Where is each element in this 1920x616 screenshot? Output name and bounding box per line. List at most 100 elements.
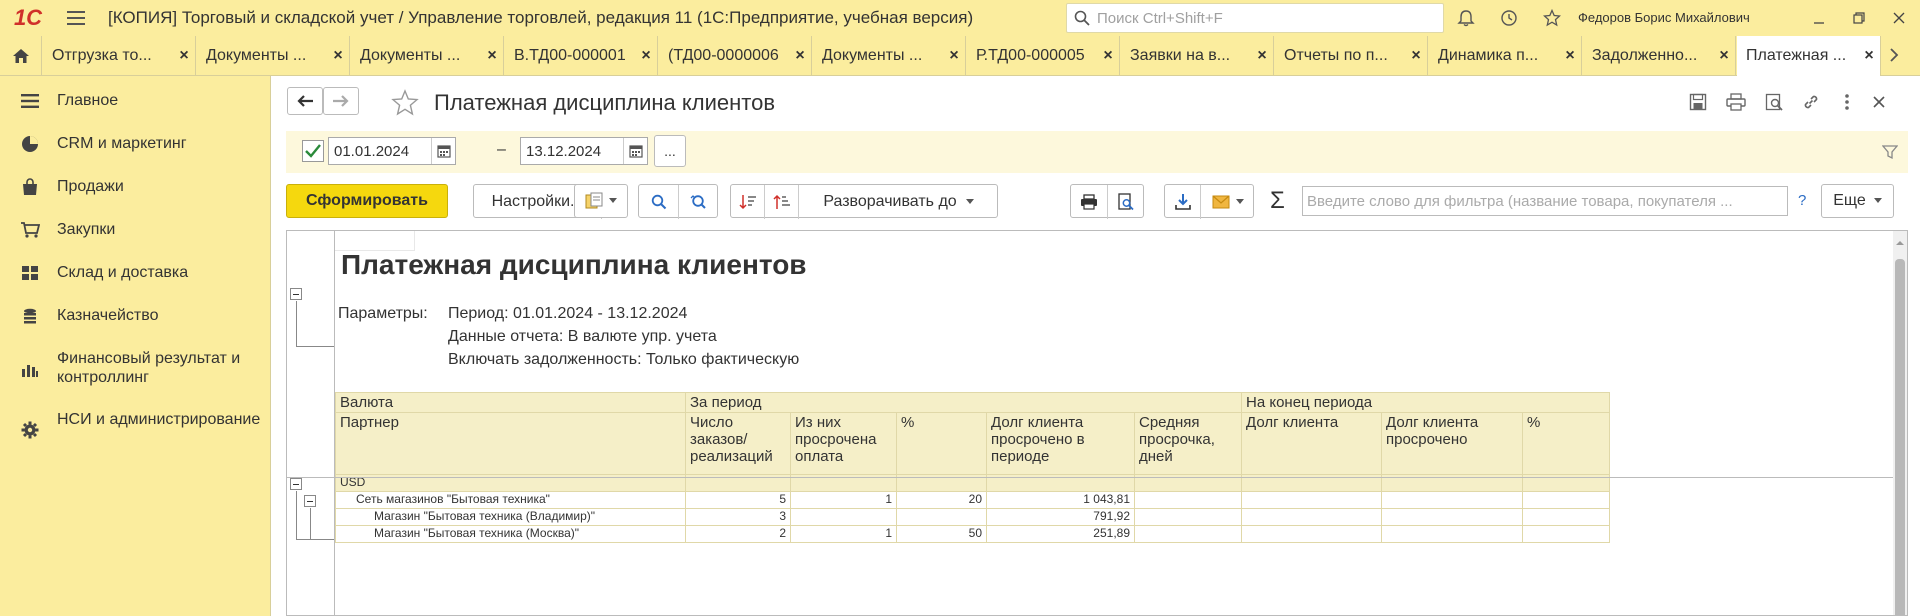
tab-close-icon[interactable]: × (1097, 47, 1119, 65)
calendar-icon[interactable] (623, 138, 647, 164)
star-icon[interactable] (1541, 7, 1563, 29)
global-search-input[interactable]: Поиск Ctrl+Shift+F (1066, 3, 1444, 33)
header-end-period: На конец периода (1241, 392, 1610, 413)
content-area: Платежная дисциплина клиентов 01.01.2024… (272, 76, 1920, 616)
tab-label: (ТД00-0000006 (668, 47, 779, 64)
calendar-icon[interactable] (431, 138, 455, 164)
table-row[interactable]: Магазин "Бытовая техника (Москва)" 2 1 5… (335, 525, 1610, 543)
history-icon[interactable] (1498, 7, 1520, 29)
close-window-icon[interactable] (1887, 6, 1911, 30)
page-title: Платежная дисциплина клиентов (434, 90, 776, 115)
tab-bar: Отгрузка то... × Документы ... × Документы… (0, 36, 1920, 77)
restore-icon[interactable] (1847, 6, 1871, 30)
sort-collapse-icon (738, 195, 756, 210)
report-document[interactable]: Платежная дисциплина клиентов Параметры:… (286, 230, 1908, 616)
more-vertical-icon[interactable] (1836, 91, 1858, 113)
date-from-input[interactable]: 01.01.2024 (328, 137, 456, 165)
report-variant-icon (585, 192, 603, 209)
print-icon (1081, 194, 1097, 210)
app-logo[interactable]: 1C (0, 0, 56, 36)
group-line (296, 301, 297, 346)
tab-1[interactable]: Документы ... × (197, 36, 350, 76)
help-link[interactable]: ? (1798, 192, 1806, 209)
print-preview-icon (1118, 193, 1134, 211)
tab-close-icon[interactable]: × (327, 47, 349, 65)
app-title: [КОПИЯ] Торговый и складской учет / Упра… (108, 8, 974, 27)
sort-expand-icon (772, 194, 790, 209)
date-to-input[interactable]: 13.12.2024 (520, 137, 648, 165)
tab-label: Документы ... (206, 47, 307, 64)
collapse-all-button[interactable] (731, 185, 765, 219)
tab-11-active[interactable]: Платежная ... × (1737, 36, 1881, 77)
download-icon (1174, 194, 1191, 210)
table-row[interactable]: Сеть магазинов "Бытовая техника" 5 1 20 … (335, 491, 1610, 509)
period-select-button[interactable]: ... (654, 135, 686, 167)
param-data: Данные отчета: В валюте упр. учета (448, 328, 717, 345)
tab-close-icon[interactable]: × (1858, 47, 1880, 65)
main-menu-button[interactable] (56, 0, 96, 36)
favorite-star-icon[interactable] (390, 88, 420, 118)
tab-close-icon[interactable]: × (1405, 47, 1427, 65)
home-tab[interactable] (0, 36, 42, 76)
minimize-icon[interactable] (1807, 6, 1831, 30)
tab-8[interactable]: Отчеты по п... × (1275, 36, 1428, 76)
grouping-column (287, 231, 335, 615)
find-next-button[interactable] (679, 185, 718, 219)
tab-10[interactable]: Задолженно... × (1583, 36, 1736, 76)
tab-close-icon[interactable]: × (943, 47, 965, 65)
save-icon[interactable] (1687, 91, 1709, 113)
tab-close-icon[interactable]: × (1559, 47, 1581, 65)
tab-scroll-right-icon[interactable] (1888, 46, 1900, 69)
close-form-icon[interactable] (1868, 91, 1890, 113)
generate-button[interactable]: Сформировать (286, 184, 448, 218)
scroll-up-icon[interactable] (1893, 237, 1907, 249)
tab-9[interactable]: Динамика п... × (1429, 36, 1582, 76)
hamburger-icon (67, 17, 85, 19)
tab-close-icon[interactable]: × (481, 47, 503, 65)
print-icon[interactable] (1725, 91, 1747, 113)
sum-button[interactable]: Σ (1270, 187, 1285, 215)
report-scrollbar[interactable] (1893, 231, 1907, 615)
more-button[interactable]: Еще (1821, 184, 1894, 218)
collapse-partner-icon[interactable] (304, 495, 316, 507)
tab-4[interactable]: (ТД00-0000006 × (659, 36, 812, 76)
forward-button[interactable] (323, 87, 359, 115)
tab-close-icon[interactable]: × (789, 47, 811, 65)
user-name[interactable]: Федоров Борис Михайлович (1578, 10, 1750, 25)
bell-icon[interactable] (1455, 7, 1477, 29)
period-checkbox[interactable] (302, 140, 324, 162)
send-email-button[interactable] (1201, 185, 1254, 219)
tab-5[interactable]: Документы ... × (813, 36, 966, 76)
print-button[interactable] (1071, 185, 1108, 219)
collapse-group-icon[interactable] (290, 478, 302, 490)
filter-search-input[interactable]: Введите слово для фильтра (название това… (1302, 186, 1788, 216)
print-preview-button[interactable] (1108, 185, 1144, 219)
params-label: Параметры: (338, 305, 428, 322)
overdue-cell (790, 508, 897, 526)
sidebar-item-label: Казначейство (57, 307, 159, 324)
preview-icon[interactable] (1763, 91, 1785, 113)
table-row[interactable]: Магазин "Бытовая техника (Владимир)" 3 7… (335, 508, 1610, 526)
dropdown-arrow-icon (609, 198, 617, 203)
tab-7[interactable]: Заявки на в... × (1121, 36, 1274, 76)
tab-0[interactable]: Отгрузка то... × (43, 36, 196, 76)
scroll-thumb[interactable] (1895, 259, 1905, 615)
back-button[interactable] (287, 87, 323, 115)
variants-button[interactable] (574, 184, 628, 218)
tab-2[interactable]: Документы ... × (351, 36, 504, 76)
tab-6[interactable]: Р.ТД00-000005 × (967, 36, 1120, 76)
funnel-icon[interactable] (1881, 144, 1899, 164)
expand-to-dropdown[interactable]: Разворачивать до (799, 185, 998, 219)
period-panel: 01.01.2024 – 13.12.2024 ... (286, 131, 1908, 173)
tab-close-icon[interactable]: × (635, 47, 657, 65)
tab-close-icon[interactable]: × (1713, 47, 1735, 65)
tab-close-icon[interactable]: × (1251, 47, 1273, 65)
header-currency: Валюта (335, 392, 686, 413)
collapse-header-icon[interactable] (290, 288, 302, 300)
link-icon[interactable] (1800, 91, 1822, 113)
find-button[interactable] (639, 185, 679, 219)
tab-close-icon[interactable]: × (173, 47, 195, 65)
save-to-file-button[interactable] (1165, 185, 1201, 219)
expand-all-button[interactable] (765, 185, 799, 219)
tab-3[interactable]: В.ТД00-000001 × (505, 36, 658, 76)
